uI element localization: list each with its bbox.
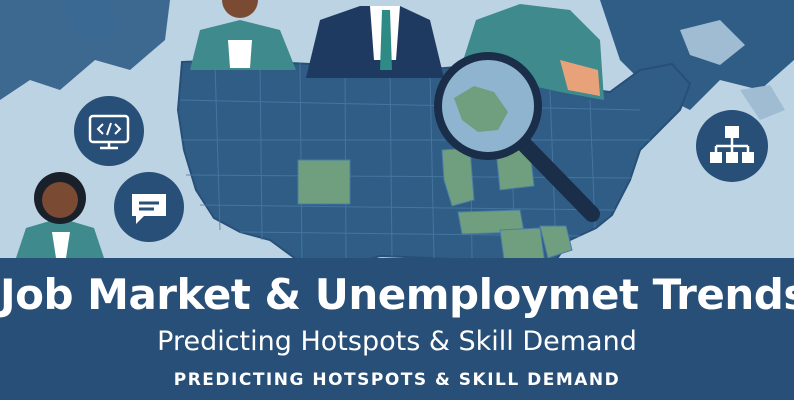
- woman-portrait: [16, 172, 104, 258]
- page-subtitle: Predicting Hotspots & Skill Demand: [157, 326, 637, 357]
- org-chart-icon: [696, 110, 768, 182]
- org-chart-glyph: [710, 126, 754, 163]
- us-map: [176, 58, 692, 275]
- chat-glyph: [132, 194, 166, 224]
- monitor-glyph: [88, 114, 130, 150]
- chat-bubble-icon: [114, 172, 184, 242]
- page-tagline: PREDICTING HOTSPOTS & SKILL DEMAND: [173, 370, 621, 390]
- code-monitor-icon: [74, 96, 144, 166]
- page-title: Job Market & Unemploymet Trends: [0, 270, 794, 319]
